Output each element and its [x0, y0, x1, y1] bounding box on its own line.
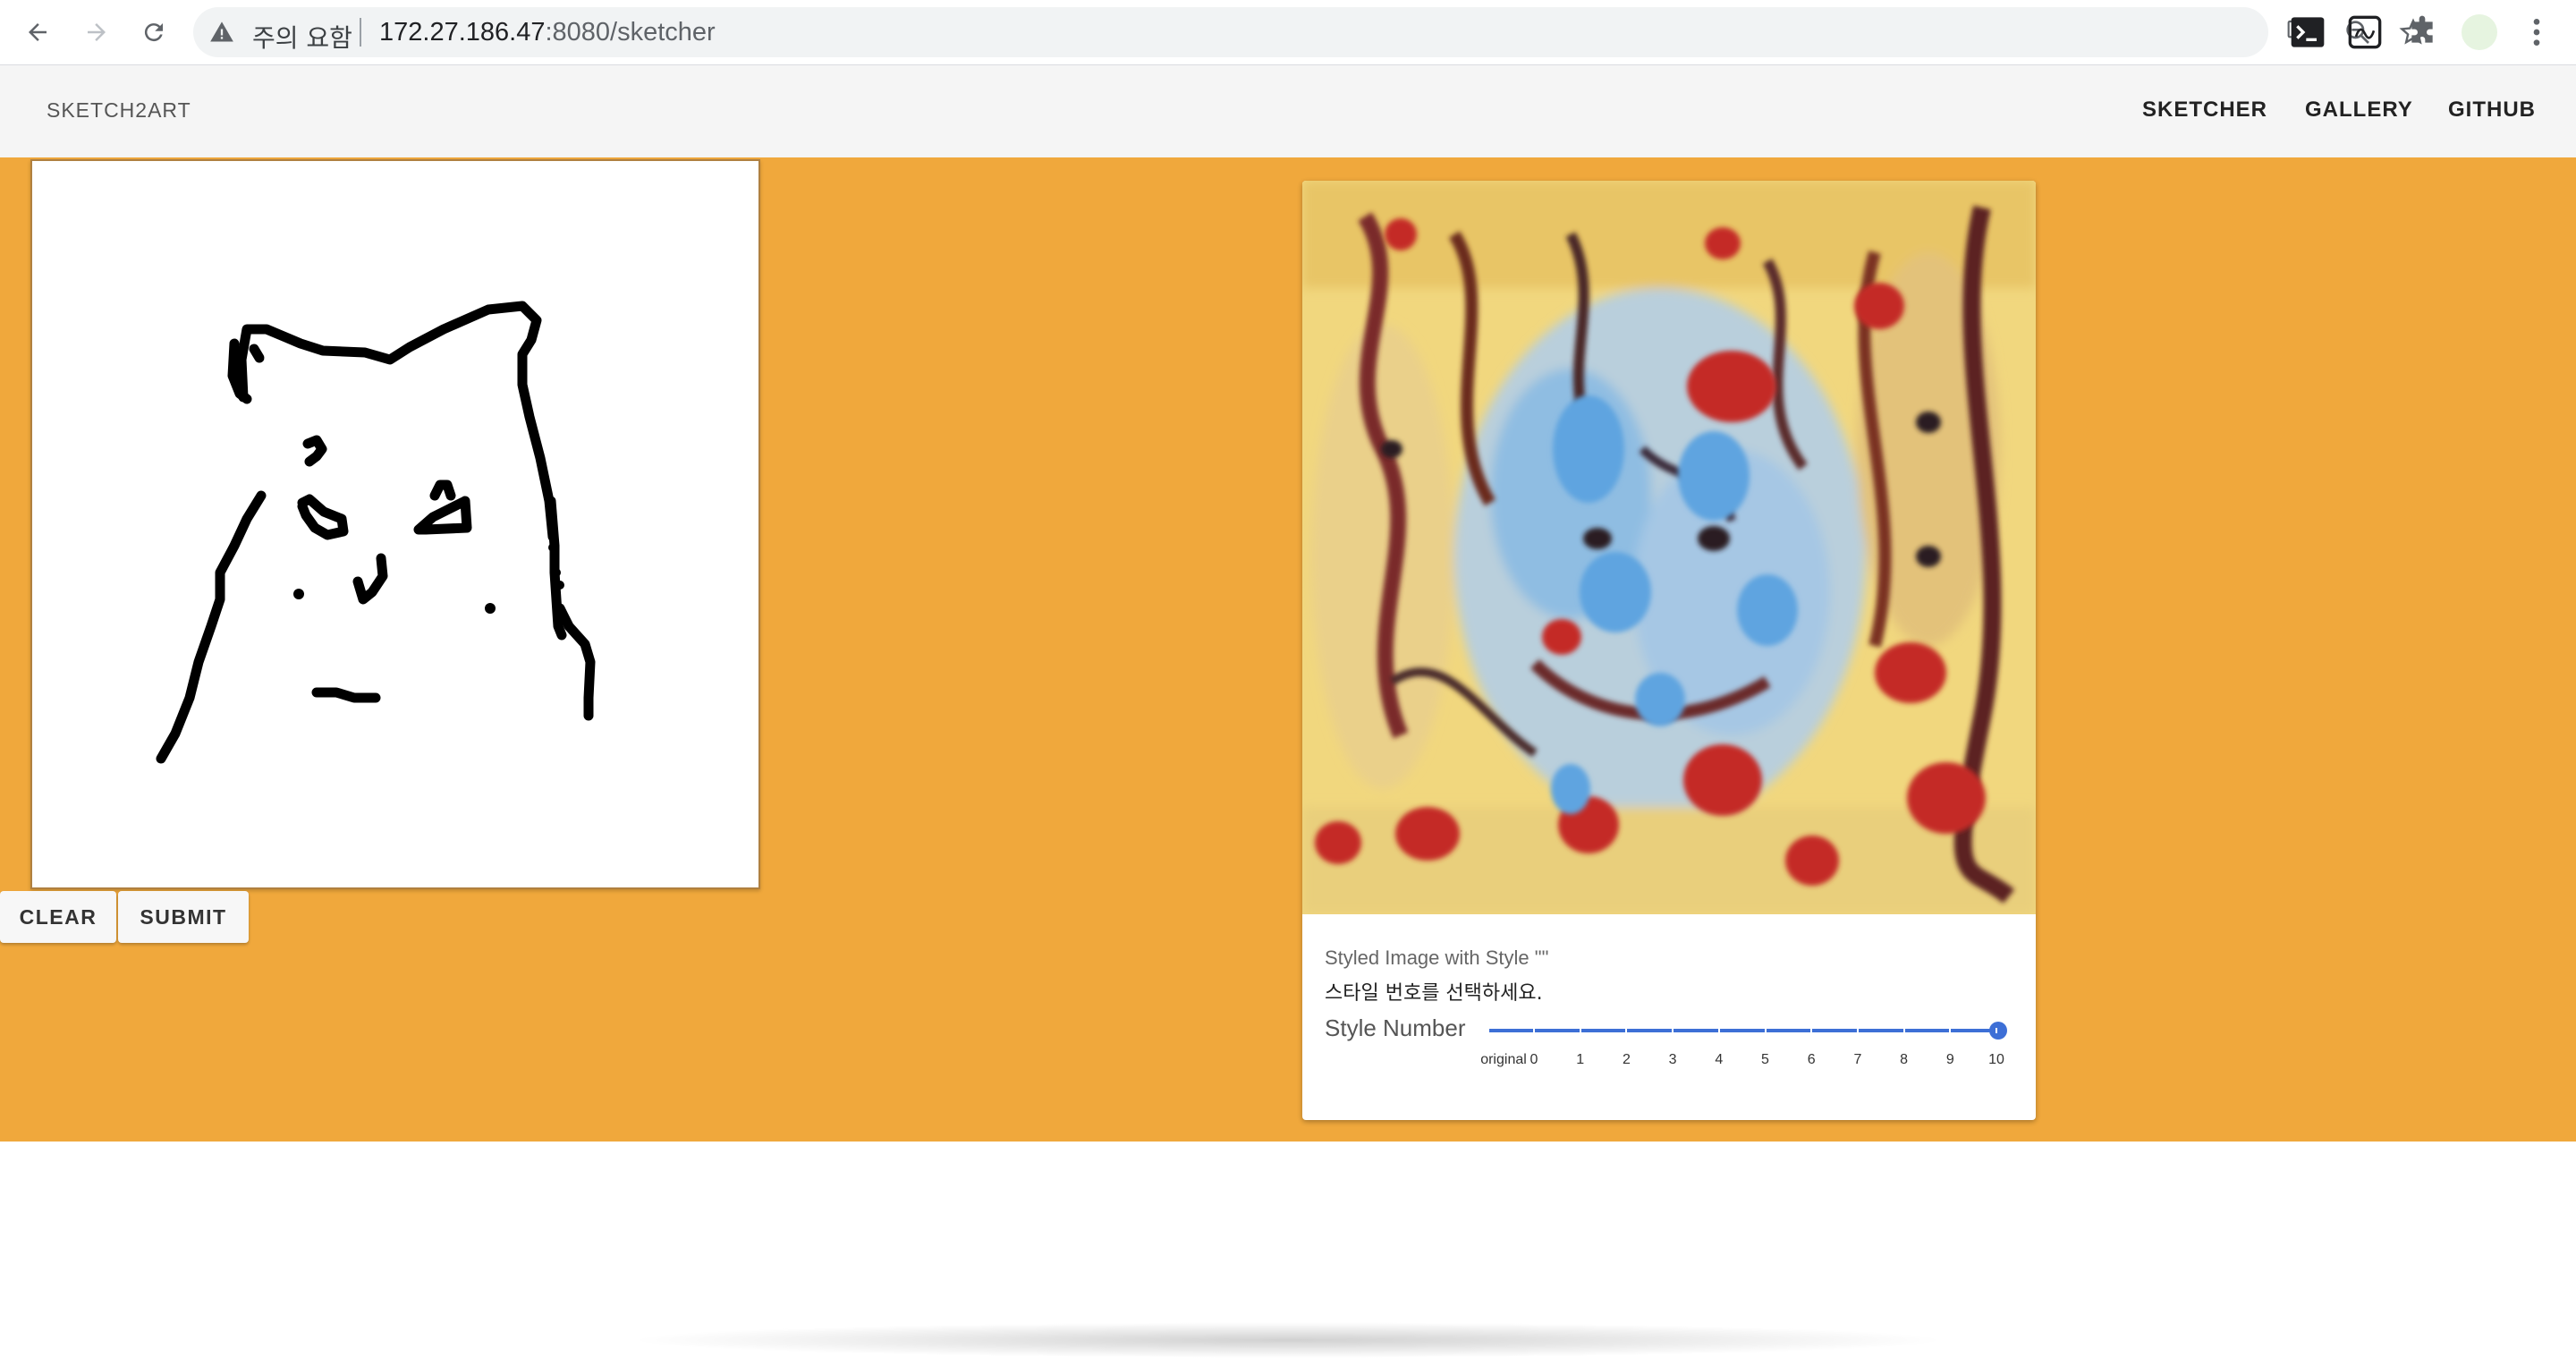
brand-title[interactable]: SKETCH2ART [47, 98, 191, 123]
slider-tick-label[interactable]: 2 [1623, 1052, 1631, 1068]
slider-tick-label[interactable]: 1 [1576, 1052, 1584, 1068]
slider-tick [1672, 1028, 1674, 1033]
slider-tick-label[interactable]: 10 [1988, 1052, 2004, 1068]
style-hint: 스타일 번호를 선택하세요. [1325, 982, 1543, 1005]
slider-label: Style Number [1325, 1014, 1466, 1041]
slider-tick-label[interactable]: 6 [1808, 1052, 1816, 1068]
main-area: CLEAR SUBMIT Styled Image with Style "" … [0, 157, 2576, 1142]
nav-sketcher[interactable]: SKETCHER [2142, 98, 2267, 123]
extensions-puzzle-icon[interactable] [2404, 14, 2440, 50]
slider-tick-label[interactable]: 5 [1761, 1052, 1769, 1068]
reload-icon [144, 23, 163, 42]
submit-button[interactable]: SUBMIT [118, 891, 249, 943]
profile-avatar[interactable] [2462, 14, 2497, 50]
nav-github[interactable]: GITHUB [2448, 98, 2536, 123]
nav-gallery[interactable]: GALLERY [2305, 98, 2413, 123]
result-caption: Styled Image with Style "" [1325, 946, 1549, 969]
more-menu-icon[interactable] [2519, 14, 2555, 50]
slider-tick-label[interactable]: original [1480, 1052, 1527, 1068]
security-label[interactable]: 주의 요함 [252, 19, 352, 55]
slider-tick-label[interactable]: 7 [1853, 1052, 1861, 1068]
sketch-drawing[interactable] [32, 161, 758, 887]
app-header: SKETCH2ART SKETCHER GALLERY GITHUB [0, 65, 2576, 157]
back-arrow-icon [29, 23, 47, 41]
sketch-canvas[interactable] [30, 159, 760, 889]
slider-tick [1902, 1028, 1905, 1033]
result-card: Styled Image with Style "" 스타일 번호를 선택하세요… [1302, 181, 2036, 1120]
slider-tick [1579, 1028, 1581, 1033]
back-button[interactable] [18, 13, 57, 52]
styled-image [1302, 181, 2036, 914]
style-slider-thumb[interactable] [1989, 1022, 2007, 1040]
slider-tick [1810, 1028, 1813, 1033]
shadow [626, 1322, 1950, 1358]
slider-tick [1949, 1028, 1952, 1033]
terminal-extension-icon[interactable] [2290, 14, 2326, 50]
slider-tick-label[interactable]: 3 [1669, 1052, 1677, 1068]
slider-tick [1764, 1028, 1767, 1033]
forward-button[interactable] [77, 13, 116, 52]
address-bar[interactable]: 주의 요함 172.27.186.47:8080/sketcher G文 [193, 7, 2428, 57]
slider-tick [1625, 1028, 1628, 1033]
url-text[interactable]: 172.27.186.47:8080/sketcher [379, 18, 716, 47]
slider-tick [1717, 1028, 1720, 1033]
sketch-extension-icon[interactable] [2347, 14, 2383, 50]
clear-button[interactable]: CLEAR [0, 891, 116, 943]
slider-tick [1996, 1028, 1997, 1033]
slider-tick-label[interactable]: 4 [1715, 1052, 1723, 1068]
slider-tick-label[interactable]: 8 [1900, 1052, 1908, 1068]
slider-tick-label[interactable]: 9 [1946, 1052, 1954, 1068]
slider-tick [1533, 1028, 1535, 1033]
browser-toolbar: 주의 요함 172.27.186.47:8080/sketcher G文 [0, 0, 2576, 65]
style-slider-track[interactable] [1489, 1029, 1999, 1032]
slider-tick [1856, 1028, 1859, 1033]
forward-arrow-icon [88, 23, 106, 41]
warning-icon[interactable] [209, 20, 234, 45]
divider [360, 18, 361, 47]
slider-tick-label[interactable]: 0 [1530, 1052, 1538, 1068]
reload-button[interactable] [134, 13, 174, 52]
